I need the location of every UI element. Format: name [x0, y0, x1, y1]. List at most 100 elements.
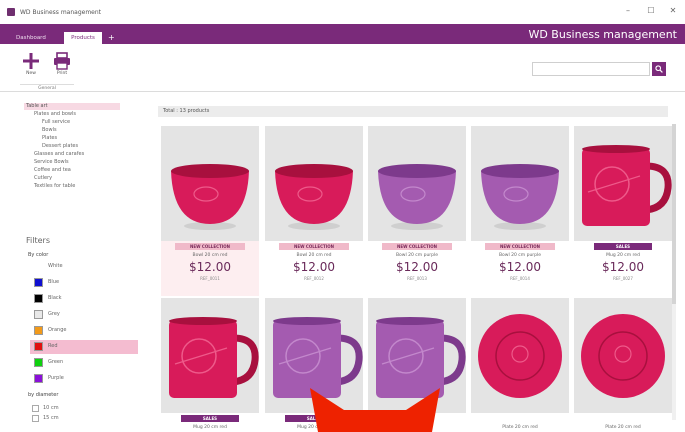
- color-swatch: [34, 310, 43, 319]
- product-card[interactable]: SALES Mug 20 cm red: [161, 298, 259, 432]
- new-label: New: [26, 71, 36, 76]
- product-image[interactable]: [161, 126, 259, 241]
- color-swatch: [34, 294, 43, 303]
- search-button[interactable]: [652, 62, 666, 76]
- product-badge: NEW COLLECTION: [279, 243, 349, 250]
- product-ref: REF_0011: [200, 276, 220, 281]
- scrollbar-thumb[interactable]: [672, 124, 676, 304]
- filter-by-color-label: By color: [28, 252, 49, 258]
- product-image[interactable]: [161, 298, 259, 413]
- color-swatch: [34, 358, 43, 367]
- product-badge: NEW COLLECTION: [382, 243, 452, 250]
- product-price: $12.00: [499, 260, 541, 274]
- color-filter-label: Orange: [48, 327, 67, 333]
- color-filter-red[interactable]: Red: [30, 340, 138, 354]
- color-swatch: [34, 374, 43, 383]
- product-name: Plate 20 cm red: [502, 425, 538, 430]
- category-item[interactable]: Service Bowls: [34, 159, 69, 166]
- category-item[interactable]: Cutlery: [34, 175, 52, 182]
- category-item[interactable]: Coffee and tea: [34, 167, 71, 174]
- search-icon: [655, 65, 663, 73]
- product-name: Bowl 20 cm red: [192, 253, 228, 258]
- category-item[interactable]: Textiles for table: [34, 183, 75, 190]
- product-image[interactable]: [471, 126, 569, 241]
- search-input[interactable]: [532, 62, 650, 76]
- plate-red-image: [581, 314, 665, 398]
- product-image[interactable]: [574, 298, 672, 413]
- product-ref: REF_0013: [407, 276, 427, 281]
- close-icon[interactable]: ✕: [667, 6, 679, 15]
- color-filter-label: Green: [48, 359, 64, 365]
- print-button[interactable]: Print: [51, 52, 73, 76]
- category-item[interactable]: Glasses and carafes: [34, 151, 84, 158]
- title-bar: WD Business management – ☐ ✕: [0, 0, 685, 24]
- product-price: $12.00: [602, 260, 644, 274]
- color-filter-black[interactable]: Black: [30, 292, 138, 306]
- product-badge: SALES: [594, 243, 652, 250]
- product-image[interactable]: [368, 126, 466, 241]
- category-item[interactable]: Plates: [42, 135, 57, 142]
- color-swatch: [34, 278, 43, 287]
- product-image[interactable]: [574, 126, 672, 241]
- filter-by-diameter-label: by diameter: [28, 392, 59, 398]
- category-item[interactable]: Dessert plates: [42, 143, 78, 150]
- product-price: $12.00: [189, 260, 231, 274]
- product-name: Mug 20 cm red: [606, 253, 640, 258]
- color-swatch: [34, 342, 43, 351]
- color-filter-label: Grey: [48, 311, 60, 317]
- color-filter-purple[interactable]: Purple: [30, 372, 138, 386]
- category-item[interactable]: Full service: [42, 119, 70, 126]
- color-filter-grey[interactable]: Grey: [30, 308, 138, 322]
- checkbox[interactable]: [32, 405, 39, 412]
- color-filter-label: Black: [48, 295, 62, 301]
- color-filter-white[interactable]: White: [30, 260, 138, 274]
- tab-header: Dashboard Products + WD Business managem…: [0, 24, 685, 44]
- checkbox[interactable]: [32, 415, 39, 422]
- bowl-purple-image: [481, 164, 559, 230]
- product-card[interactable]: NEW COLLECTION Bowl 20 cm red $12.00 REF_00…: [265, 126, 363, 296]
- color-filter-orange[interactable]: Orange: [30, 324, 138, 338]
- product-ref: REF_0012: [304, 276, 324, 281]
- category-item[interactable]: Bowls: [42, 127, 57, 134]
- tab-dashboard[interactable]: Dashboard: [10, 32, 52, 44]
- color-swatch: [34, 326, 43, 335]
- sidebar: Table art Plates and bowls Full service Bow…: [20, 100, 138, 430]
- color-filter-label: Blue: [48, 279, 60, 285]
- color-filter-green[interactable]: Green: [30, 356, 138, 370]
- product-badge: NEW COLLECTION: [175, 243, 245, 250]
- color-filter-blue[interactable]: Blue: [30, 276, 138, 290]
- printer-icon: [54, 52, 70, 70]
- product-card[interactable]: NEW COLLECTION Bowl 20 cm red $12.00 REF_00…: [161, 126, 259, 296]
- category-item[interactable]: Plates and bowls: [34, 111, 76, 118]
- tab-products[interactable]: Products: [64, 32, 102, 44]
- product-name: Bowl 20 cm purple: [498, 253, 542, 258]
- product-name: Mug 20 cm red: [193, 425, 227, 430]
- product-card[interactable]: SALES Mug 20 cm red $12.00 REF_0027: [574, 126, 672, 296]
- brand-title: WD Business management: [528, 28, 677, 41]
- product-image[interactable]: [471, 298, 569, 413]
- minimize-icon[interactable]: –: [622, 6, 634, 15]
- grid-scrollbar[interactable]: [672, 124, 676, 420]
- product-card[interactable]: Plate 20 cm red: [574, 298, 672, 432]
- product-card[interactable]: NEW COLLECTION Bowl 20 cm purple $12.00 REF…: [471, 126, 569, 296]
- product-ref: REF_0014: [510, 276, 530, 281]
- bowl-purple-image: [378, 164, 456, 230]
- product-name: Bowl 20 cm red: [296, 253, 332, 258]
- add-tab-button[interactable]: +: [102, 32, 121, 44]
- product-name: Plate 20 cm red: [605, 425, 641, 430]
- product-card[interactable]: Plate 20 cm red: [471, 298, 569, 432]
- color-filter-label: White: [48, 263, 63, 269]
- plus-icon: [23, 53, 39, 69]
- product-badge: NEW COLLECTION: [485, 243, 555, 250]
- window-title: WD Business management: [20, 8, 102, 16]
- product-price: $12.00: [293, 260, 335, 274]
- new-button[interactable]: New: [20, 52, 42, 76]
- product-card[interactable]: NEW COLLECTION Bowl 20 cm purple $12.00 REF…: [368, 126, 466, 296]
- color-filter-label: Red: [48, 343, 58, 349]
- category-item[interactable]: Table art: [24, 103, 120, 110]
- total-products-bar: Total : 13 products: [158, 106, 668, 117]
- bowl-red-image: [171, 164, 249, 230]
- product-name: Bowl 20 cm purple: [395, 253, 439, 258]
- maximize-icon[interactable]: ☐: [645, 6, 657, 15]
- product-image[interactable]: [265, 126, 363, 241]
